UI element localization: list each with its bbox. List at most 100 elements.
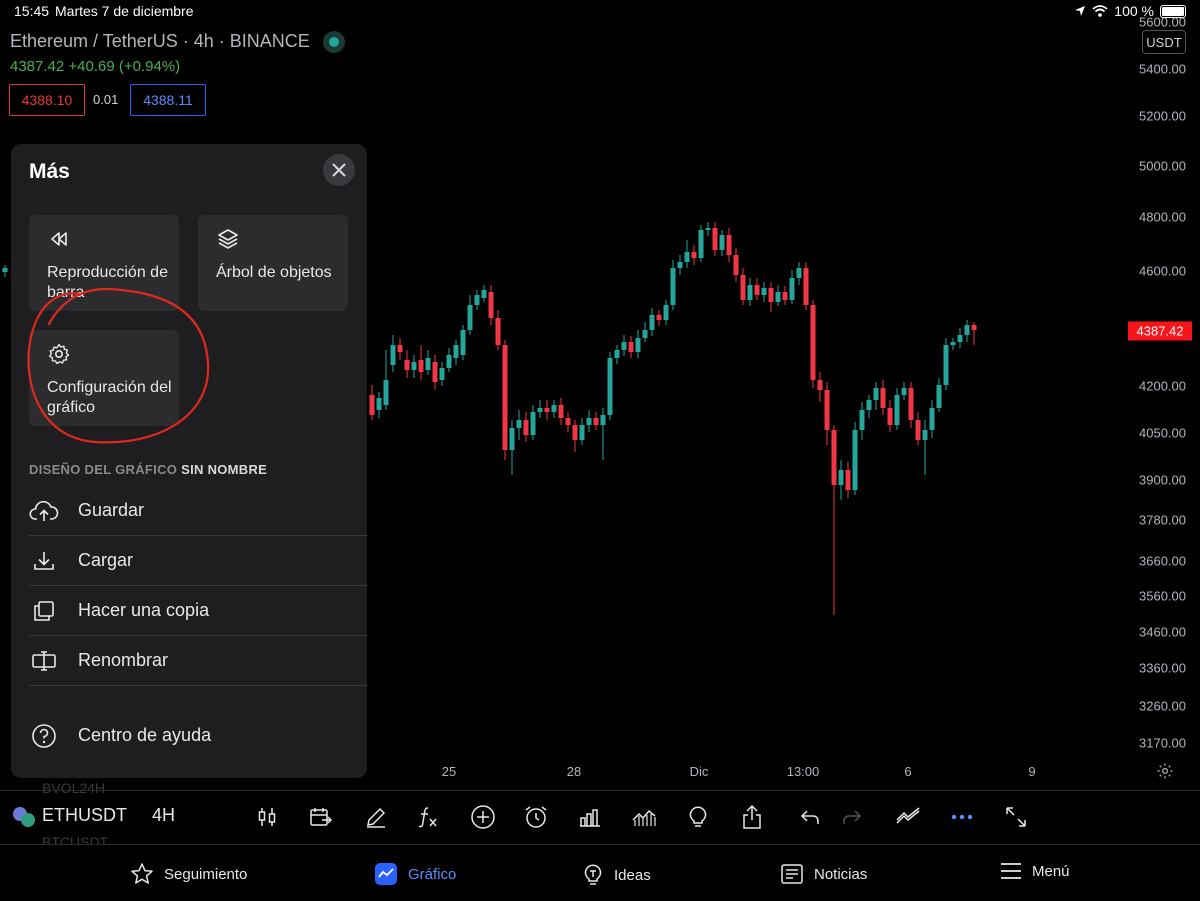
load-layout-item[interactable]: Cargar [29, 536, 367, 586]
more-dots-icon [951, 814, 973, 820]
candles-icon [258, 808, 276, 826]
candle-body [901, 388, 907, 395]
buy-price-button[interactable]: 4388.11 [130, 84, 206, 116]
nav-news[interactable]: Noticias [780, 862, 867, 886]
nav-watchlist[interactable]: Seguimiento [130, 862, 247, 886]
sell-price-button[interactable]: 4388.10 [9, 84, 85, 116]
candle-body [803, 268, 809, 305]
redo-button[interactable] [838, 803, 866, 831]
candle-body [684, 252, 690, 262]
pen-icon [367, 807, 386, 828]
candle-body [873, 388, 879, 400]
nav-chart[interactable]: Gráfico [374, 862, 456, 886]
nav-label: Ideas [614, 866, 651, 884]
trend-lines-icon [896, 807, 920, 824]
layout-name: SIN NOMBRE [181, 462, 268, 477]
price-axis-label: 3460.00 [1139, 624, 1186, 640]
candle-body [831, 430, 837, 485]
candle-body [523, 420, 529, 435]
alert-button[interactable] [522, 803, 550, 831]
price-axis-label: 3900.00 [1139, 472, 1186, 488]
compare-button[interactable] [307, 803, 335, 831]
menu-item-label: Centro de ayuda [78, 725, 212, 745]
close-button[interactable] [323, 154, 355, 186]
candle-body [467, 305, 473, 330]
calendar-compare-icon [310, 808, 333, 826]
symbol-header[interactable]: Ethereum / TetherUS · 4h · BINANCE [10, 31, 345, 54]
candle-body [579, 425, 585, 440]
candle-body [936, 385, 942, 408]
trading-button[interactable] [894, 803, 922, 831]
candle-body [922, 430, 928, 440]
candle-body [481, 290, 487, 298]
candle-body [810, 305, 816, 380]
copy-layout-item[interactable]: Hacer una copia [29, 586, 367, 636]
toolbar-timeframe[interactable]: 4H [152, 805, 175, 826]
candle-body [495, 318, 501, 345]
candle-body [656, 315, 662, 320]
area-chart-icon [632, 809, 656, 826]
drawing-tools-button[interactable] [362, 803, 390, 831]
price-axis-label: 3560.00 [1139, 588, 1186, 604]
candle-body [376, 398, 382, 410]
cloud-upload-icon [29, 500, 59, 521]
ideas-button[interactable] [684, 803, 712, 831]
candles-button[interactable] [253, 803, 281, 831]
share-button[interactable] [738, 803, 766, 831]
undo-button[interactable] [796, 803, 824, 831]
menu-item-label: Hacer una copia [78, 600, 210, 620]
candle-body [845, 470, 851, 490]
candle-body [586, 418, 592, 425]
price-change: 4387.42 +40.69 (+0.94%) [10, 58, 181, 75]
candle-body [754, 285, 760, 295]
candle-body [838, 470, 844, 485]
save-layout-item[interactable]: Guardar [29, 486, 367, 536]
price-axis-label: 4800.00 [1139, 209, 1186, 225]
current-price-tag: 4387.42 [1128, 321, 1192, 341]
nav-menu[interactable]: Menú [1000, 862, 1070, 880]
candle-body [425, 358, 431, 370]
candle-body [614, 350, 620, 358]
candle-body [621, 342, 627, 350]
candle-body [544, 408, 550, 412]
candle-body [719, 235, 725, 250]
candle-body [474, 295, 480, 305]
time-axis-label: 25 [441, 764, 457, 779]
more-button[interactable] [948, 803, 976, 831]
candle-body [824, 390, 830, 430]
candle-body [950, 342, 956, 345]
candle-body [551, 405, 557, 412]
chart-type-button[interactable] [630, 803, 658, 831]
time-axis-label: Dic [689, 764, 709, 779]
star-icon [131, 863, 153, 884]
candle-body [670, 268, 676, 305]
candle-body [649, 315, 655, 330]
add-button[interactable] [469, 803, 497, 831]
axis-settings-gear-icon[interactable] [1156, 762, 1174, 780]
indicators-button[interactable] [414, 803, 442, 831]
candle-body [747, 285, 753, 300]
candle-body [712, 228, 718, 250]
candle-body [607, 358, 613, 415]
price-axis[interactable]: 5600.00 5400.00 5200.00 5000.00 4800.00 4600.… [1126, 0, 1192, 790]
candle-body [558, 405, 564, 418]
rename-layout-item[interactable]: Renombrar [29, 636, 367, 686]
toolbar-symbol[interactable]: ETHUSDT [42, 805, 127, 826]
price-axis-label: 5600.00 [1139, 14, 1186, 30]
section-label: DISEÑO DEL GRÁFICO [29, 462, 178, 477]
lightbulb-icon [689, 806, 707, 827]
candle-body [943, 345, 949, 385]
candle-body [908, 388, 914, 420]
price-axis-label: 3660.00 [1139, 553, 1186, 569]
candle-body [663, 305, 669, 320]
candle-body [390, 345, 396, 365]
symbol-logo-icon [13, 807, 35, 827]
help-center-item[interactable]: Centro de ayuda [29, 711, 367, 760]
financials-button[interactable] [576, 803, 604, 831]
fullscreen-button[interactable] [1002, 803, 1030, 831]
price-axis-label: 3780.00 [1139, 512, 1186, 528]
market-status-icon [322, 31, 345, 54]
candle-body [439, 368, 445, 380]
nav-ideas[interactable]: Ideas [582, 862, 651, 888]
candle-body [852, 430, 858, 490]
